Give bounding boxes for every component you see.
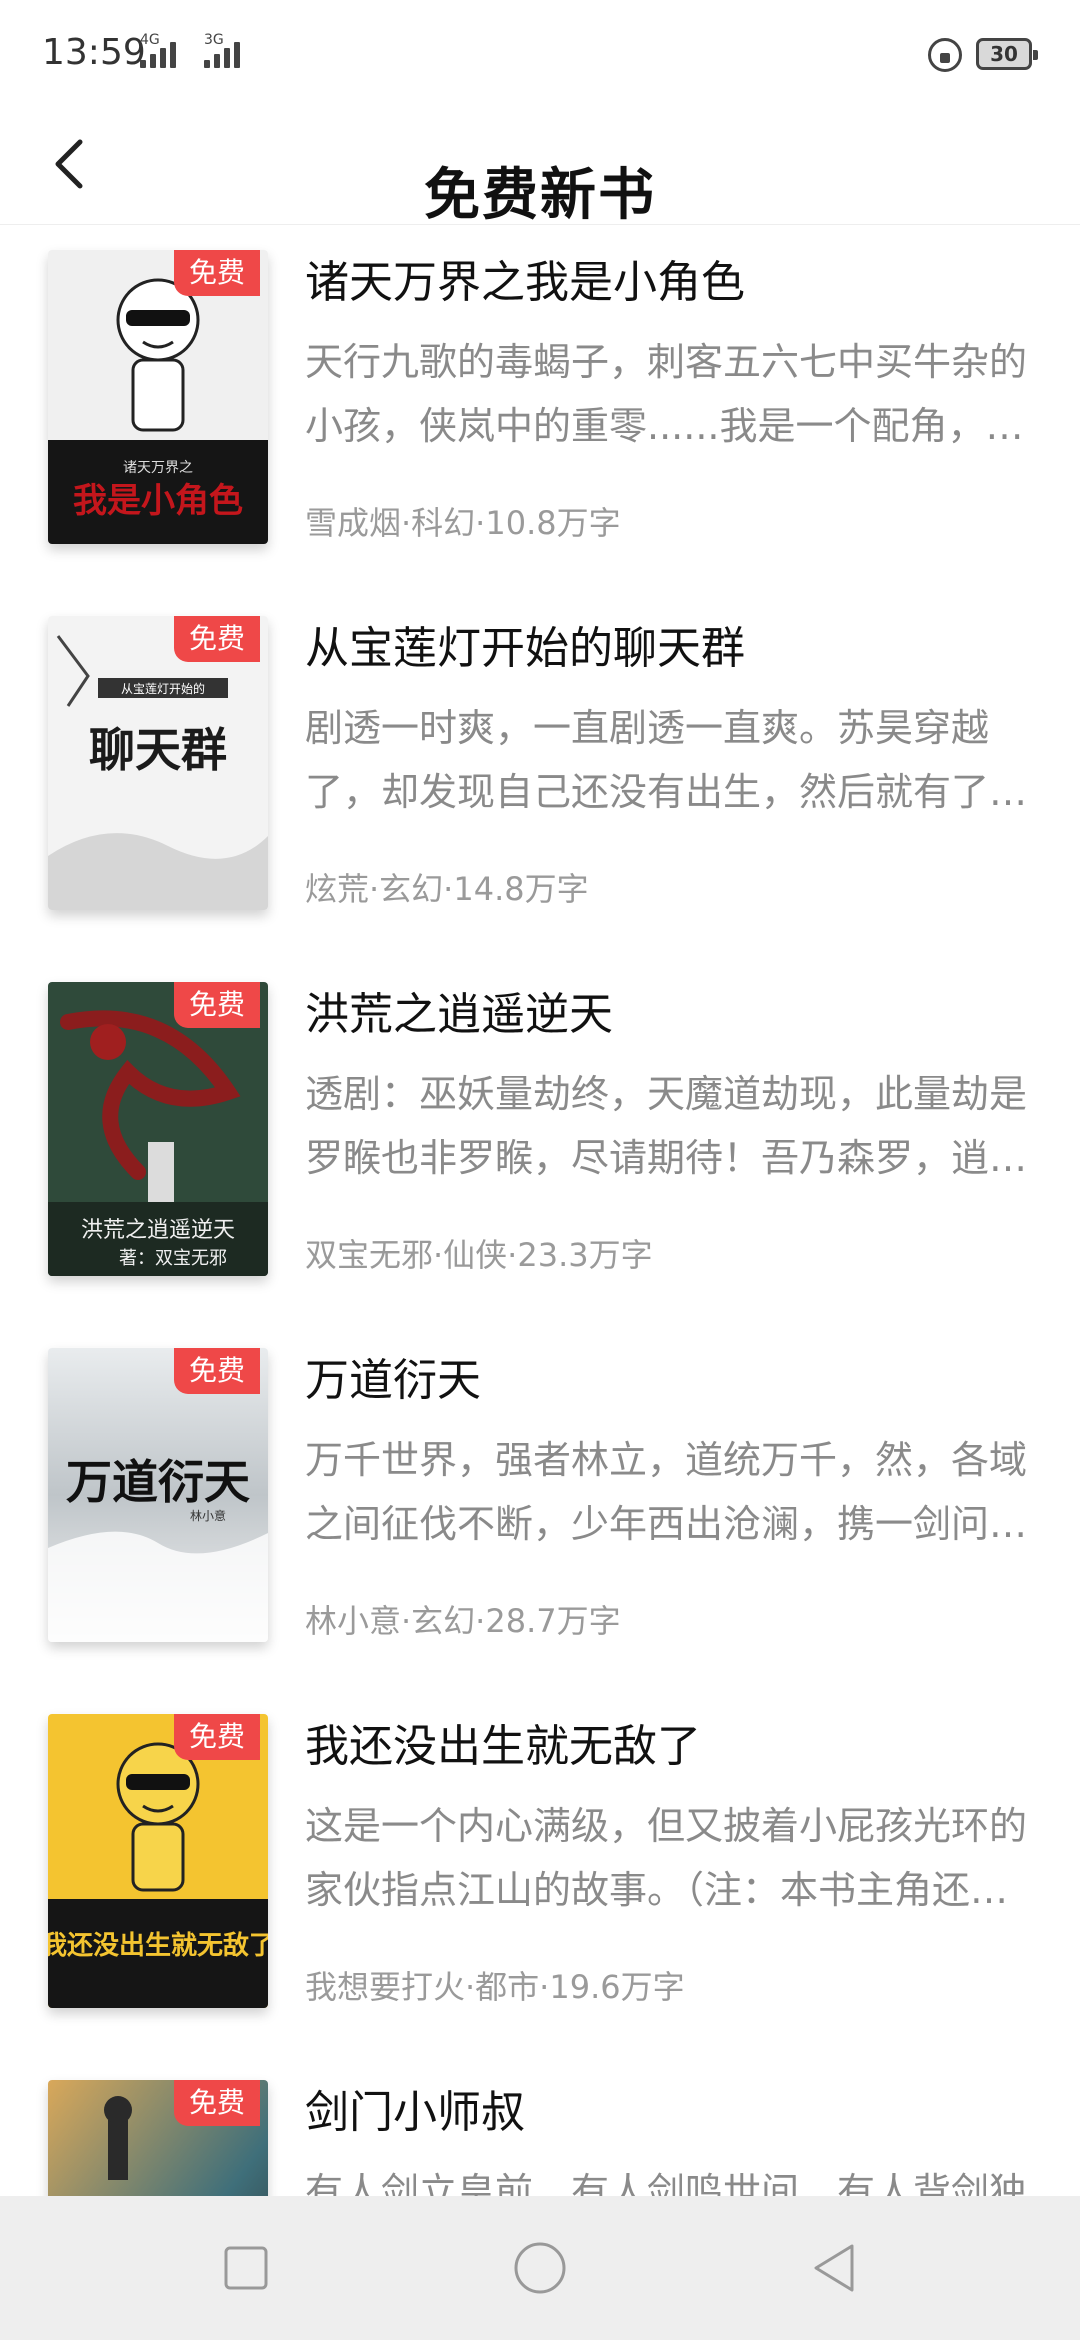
- battery-level: 30: [990, 42, 1018, 66]
- book-description: 这是一个内心满级，但又披着小屁孩光环的家伙指点江山的故事。（注：本书主角还没出生…: [305, 1804, 1028, 1912]
- battery-icon: 30: [976, 38, 1038, 70]
- book-item[interactable]: 我是小角色 诸天万界之 免费 诸天万界之我是小角色 天行九歌的毒蝎子，刺客五六七…: [0, 226, 1080, 592]
- page-title: 免费新书: [424, 162, 656, 228]
- svg-text:林小意: 林小意: [190, 1508, 226, 1523]
- book-cover[interactable]: 从宝莲灯开始的 聊天群 免费: [48, 616, 268, 910]
- book-title[interactable]: 洪荒之逍遥逆天: [305, 978, 1045, 1042]
- book-cover[interactable]: 洪荒之逍遥逆天 著：双宝无邪 免费: [48, 982, 268, 1276]
- book-description: 剧透一时爽，一直剧透一直爽。苏昊穿越了，却发现自己还没有出生，然后就有了一个聊天…: [305, 706, 1028, 814]
- free-badge: 免费: [174, 250, 260, 296]
- book-cover[interactable]: 万道衍天 林小意 免费: [48, 1348, 268, 1642]
- top-bar: 免费新书: [0, 110, 1080, 228]
- svg-text:洪荒之逍遥逆天: 洪荒之逍遥逆天: [81, 1218, 235, 1243]
- svg-text:我是小角色: 我是小角色: [73, 481, 243, 521]
- book-meta: 我想要打火·都市·19.6万字: [305, 1968, 685, 2006]
- free-badge: 免费: [174, 982, 260, 1028]
- book-list[interactable]: 我是小角色 诸天万界之 免费 诸天万界之我是小角色 天行九歌的毒蝎子，刺客五六七…: [0, 226, 1080, 2196]
- book-title[interactable]: 我还没出生就无敌了: [305, 1710, 1045, 1774]
- book-item[interactable]: 万道衍天 林小意 免费 万道衍天 万千世界，强者林立，道统万千，然，各域之间征伐…: [0, 1324, 1080, 1690]
- home-icon[interactable]: [510, 2238, 570, 2298]
- free-badge: 免费: [174, 616, 260, 662]
- book-title[interactable]: 诸天万界之我是小角色: [305, 246, 1045, 310]
- svg-text:万道衍天: 万道衍天: [66, 1455, 250, 1509]
- book-cover[interactable]: 我是小角色 诸天万界之 免费: [48, 250, 268, 544]
- book-description: 天行九歌的毒蝎子，刺客五六七中买牛杂的小孩，侠岚中的重零......我是一个配角…: [305, 340, 1028, 448]
- book-item[interactable]: 我还没出生就无敌了 免费 我还没出生就无敌了 这是一个内心满级，但又披着小屁孩光…: [0, 1690, 1080, 2056]
- svg-text:我还没出生就无敌了: 我还没出生就无敌了: [48, 1931, 268, 1961]
- svg-text:聊天群: 聊天群: [89, 723, 227, 777]
- book-item[interactable]: 免费 剑门小师叔 有人剑立皇前，有人剑鸣世间，有人背剑独行天涯。: [0, 2056, 1080, 2196]
- book-title[interactable]: 万道衍天: [305, 1344, 1045, 1408]
- rotation-lock-icon: [928, 38, 962, 72]
- system-nav-bar: [0, 2196, 1080, 2340]
- signal-3g-icon: 3G: [204, 32, 240, 68]
- svg-text:诸天万界之: 诸天万界之: [123, 460, 193, 476]
- book-item[interactable]: 从宝莲灯开始的 聊天群 免费 从宝莲灯开始的聊天群 剧透一时爽，一直剧透一直爽。…: [0, 592, 1080, 958]
- book-cover[interactable]: 我还没出生就无敌了 免费: [48, 1714, 268, 2008]
- book-description: 透剧：巫妖量劫终，天魔道劫现，此量劫是罗睺也非罗睺，尽请期待！吾乃森罗，逍遥于天…: [305, 1072, 1028, 1180]
- signal-4g-icon: 4G: [140, 32, 176, 68]
- book-item[interactable]: 洪荒之逍遥逆天 著：双宝无邪 免费 洪荒之逍遥逆天 透剧：巫妖量劫终，天魔道劫现…: [0, 958, 1080, 1324]
- back-triangle-icon[interactable]: [804, 2238, 864, 2298]
- book-title[interactable]: 剑门小师叔: [305, 2076, 1045, 2140]
- book-description: 有人剑立皇前，有人剑鸣世间，有人背剑独行天涯。: [305, 2170, 1028, 2196]
- book-meta: 炫荒·玄幻·14.8万字: [305, 870, 589, 908]
- free-badge: 免费: [174, 1348, 260, 1394]
- free-badge: 免费: [174, 2080, 260, 2126]
- svg-text:从宝莲灯开始的: 从宝莲灯开始的: [121, 681, 205, 696]
- recent-apps-icon[interactable]: [216, 2238, 276, 2298]
- book-meta: 雪成烟·科幻·10.8万字: [305, 504, 621, 542]
- book-description: 万千世界，强者林立，道统万千，然，各域之间征伐不断，少年西出沧澜，携一剑问道天下…: [305, 1438, 1028, 1546]
- status-time: 13:59: [42, 32, 146, 73]
- book-meta: 双宝无邪·仙侠·23.3万字: [305, 1236, 653, 1274]
- book-cover[interactable]: 免费: [48, 2080, 268, 2196]
- book-meta: 林小意·玄幻·28.7万字: [305, 1602, 621, 1640]
- free-badge: 免费: [174, 1714, 260, 1760]
- book-title[interactable]: 从宝莲灯开始的聊天群: [305, 612, 1045, 676]
- status-bar: 13:59 4G 3G 30: [0, 0, 1080, 110]
- svg-text:著：双宝无邪: 著：双宝无邪: [119, 1248, 227, 1269]
